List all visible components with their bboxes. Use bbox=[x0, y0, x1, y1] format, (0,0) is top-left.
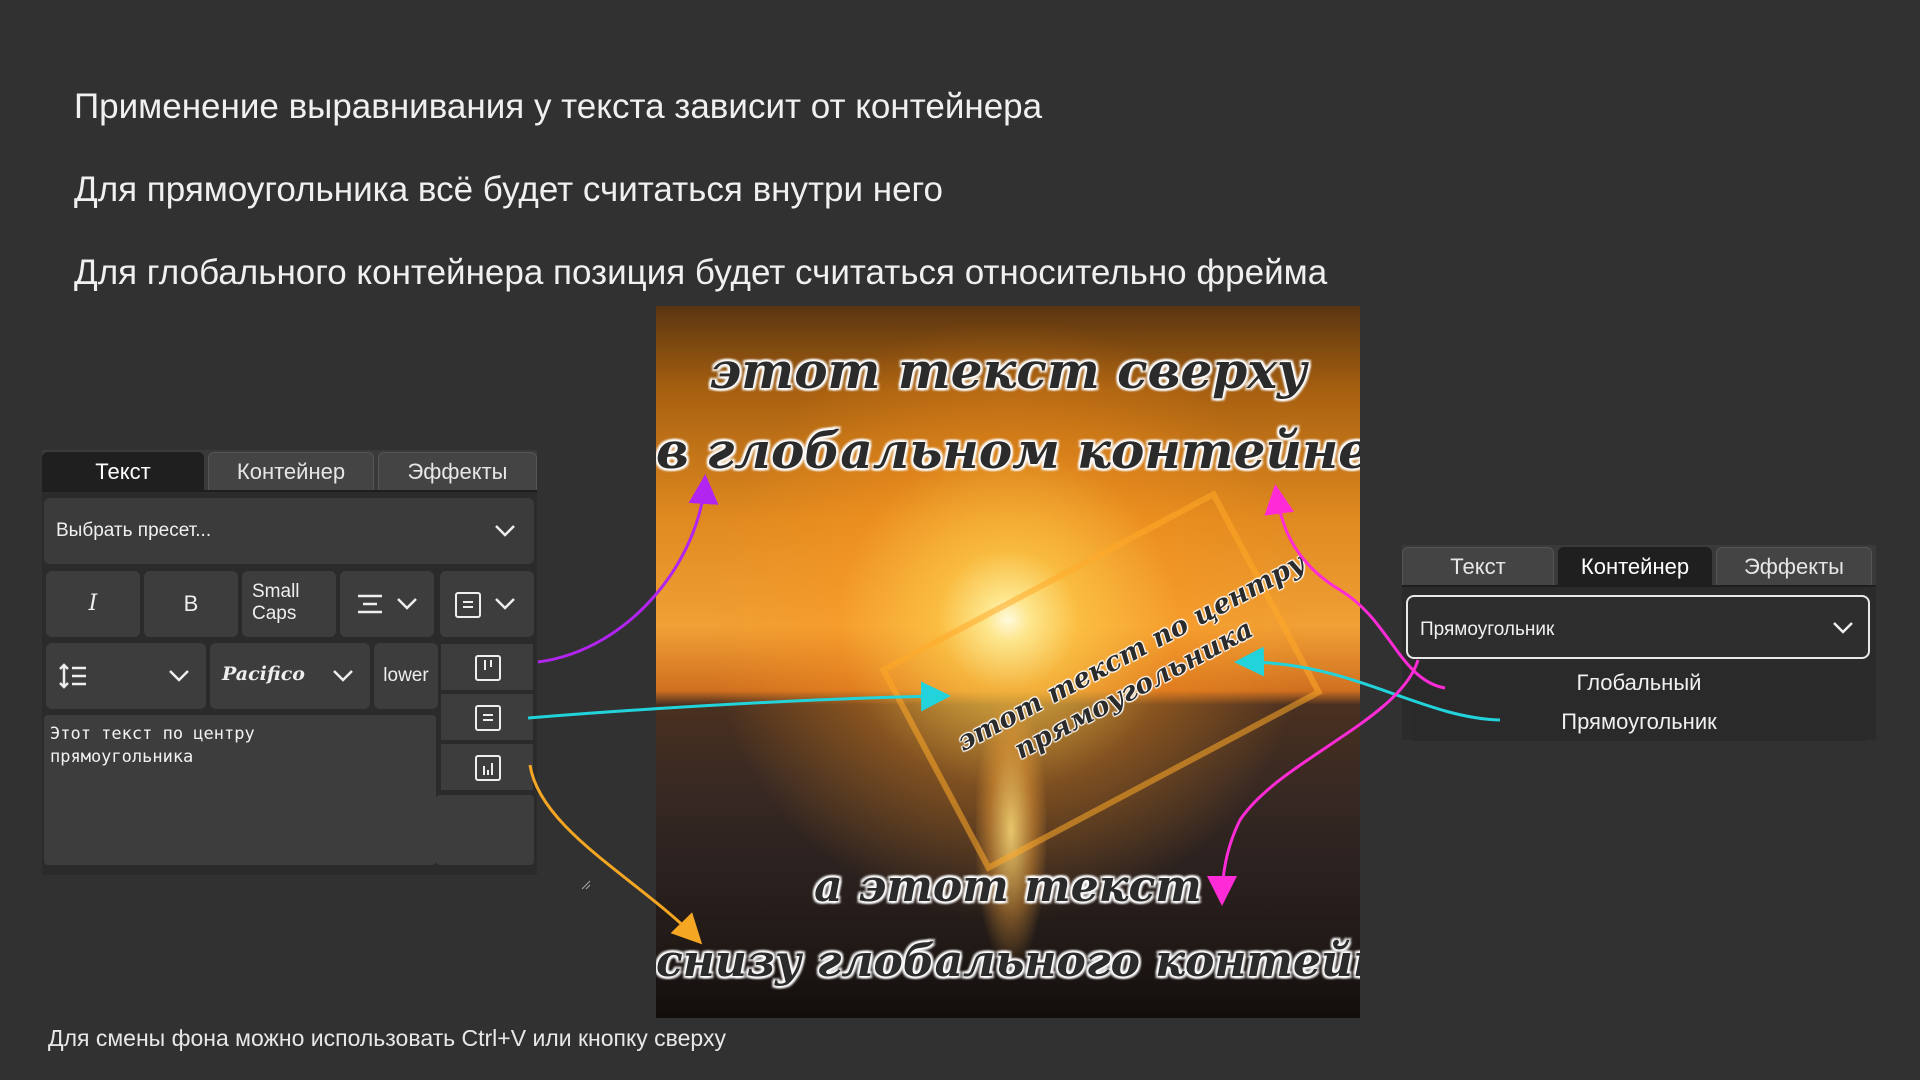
preview-frame: этот текст сверху в глобальном контейнер… bbox=[656, 306, 1360, 1018]
tab-effects[interactable]: Эффекты bbox=[1716, 547, 1872, 585]
small-caps-label: Small Caps bbox=[252, 581, 300, 624]
text-input[interactable]: Этот текст по центру прямоугольника bbox=[44, 715, 436, 865]
overlay-top-line1: этот текст сверху bbox=[709, 341, 1307, 400]
tab-bar: Текст Контейнер Эффекты bbox=[1402, 545, 1876, 587]
italic-button[interactable]: I bbox=[46, 571, 140, 637]
heading-rectangle: Для прямоугольника всё будет считаться в… bbox=[74, 170, 944, 209]
chevron-down-icon bbox=[396, 597, 418, 611]
text-input-line: прямоугольника bbox=[50, 747, 194, 767]
bold-label: B bbox=[183, 591, 199, 616]
align-middle-icon bbox=[474, 704, 502, 732]
tab-effects[interactable]: Эффекты bbox=[378, 452, 537, 490]
valign-middle-button[interactable] bbox=[440, 693, 534, 741]
italic-label: I bbox=[88, 591, 98, 616]
text-case-button[interactable]: lower bbox=[374, 643, 438, 709]
tab-container[interactable]: Контейнер bbox=[208, 452, 374, 490]
font-family-dropdown[interactable]: Pacifico bbox=[210, 643, 370, 709]
overlay-bottom-line1: а этот текст bbox=[814, 861, 1202, 912]
case-label: lower bbox=[383, 665, 429, 686]
container-type-value: Прямоугольник bbox=[1420, 619, 1555, 640]
preset-placeholder: Выбрать пресет... bbox=[56, 520, 212, 541]
resize-handle-icon[interactable] bbox=[520, 851, 591, 890]
small-caps-button[interactable]: Small Caps bbox=[242, 571, 336, 637]
tab-container[interactable]: Контейнер bbox=[1558, 547, 1712, 585]
tab-text[interactable]: Текст bbox=[42, 452, 204, 490]
valign-bottom-button[interactable] bbox=[440, 743, 534, 791]
overlay-bottom-line2: снизу глобального контейнера bbox=[656, 936, 1360, 987]
align-middle-icon bbox=[454, 591, 482, 619]
align-dropdown[interactable] bbox=[340, 571, 434, 637]
align-bottom-icon bbox=[474, 754, 502, 782]
valign-top-button[interactable] bbox=[440, 643, 534, 691]
tab-text[interactable]: Текст bbox=[1402, 547, 1554, 585]
vertical-align-dropdown[interactable] bbox=[440, 571, 534, 637]
text-input-line: Этот текст по центру bbox=[50, 724, 255, 744]
bold-button[interactable]: B bbox=[144, 571, 238, 637]
text-input-extension[interactable] bbox=[436, 795, 591, 890]
chevron-down-icon bbox=[494, 597, 516, 611]
line-height-icon bbox=[58, 663, 88, 689]
heading-global: Для глобального контейнера позиция будет… bbox=[74, 253, 1328, 292]
preset-select[interactable]: Выбрать пресет... bbox=[44, 498, 534, 564]
tab-bar: Текст Контейнер Эффекты bbox=[42, 450, 537, 492]
option-global[interactable]: Глобальный bbox=[1412, 664, 1866, 702]
align-top-icon bbox=[474, 654, 502, 682]
container-settings-panel: Текст Контейнер Эффекты Прямоугольник Гл… bbox=[1402, 545, 1876, 741]
text-settings-panel: Текст Контейнер Эффекты Выбрать пресет..… bbox=[42, 450, 591, 890]
option-rectangle[interactable]: Прямоугольник bbox=[1412, 703, 1866, 741]
font-name: Pacifico bbox=[222, 663, 305, 685]
chevron-down-icon bbox=[168, 669, 190, 683]
chevron-down-icon bbox=[494, 524, 516, 538]
chevron-down-icon bbox=[1832, 621, 1854, 635]
align-center-icon bbox=[356, 593, 384, 615]
container-type-select[interactable]: Прямоугольник bbox=[1406, 595, 1870, 659]
line-height-dropdown[interactable] bbox=[46, 643, 206, 709]
chevron-down-icon bbox=[332, 669, 354, 683]
heading-alignment: Применение выравнивания у текста зависит… bbox=[74, 87, 1043, 126]
overlay-top-line2: в глобальном контейнере bbox=[656, 421, 1360, 480]
footer-hint: Для смены фона можно использовать Ctrl+V… bbox=[48, 1025, 726, 1051]
